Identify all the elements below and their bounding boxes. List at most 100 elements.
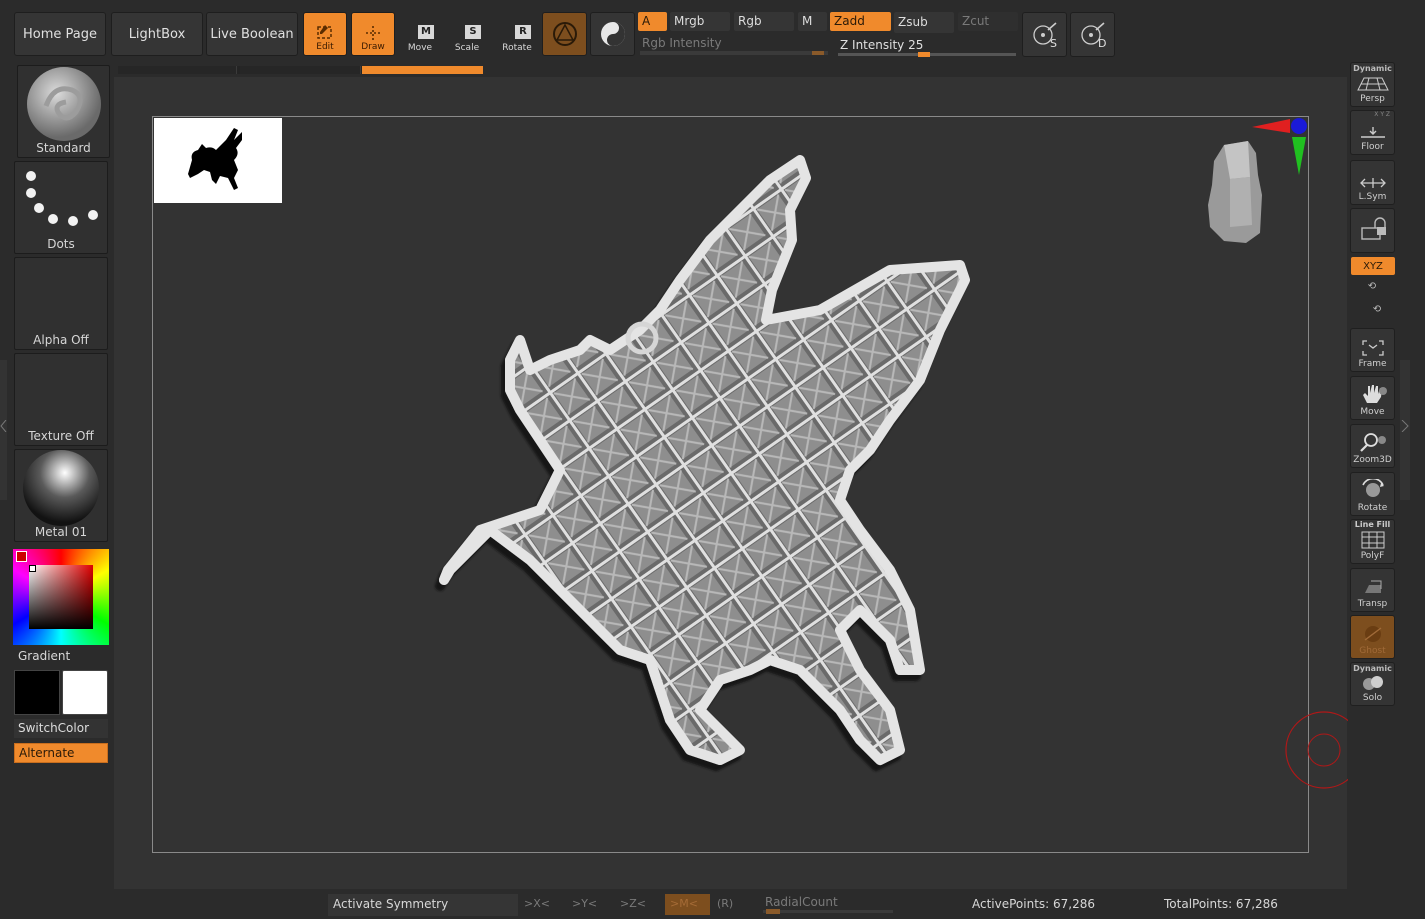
mrgb-button[interactable]: Mrgb [670, 12, 730, 31]
scale-label: Scale [454, 43, 480, 53]
material-name: Metal 01 [34, 525, 88, 539]
y-rotate-button[interactable]: ⟲ [1362, 281, 1382, 297]
radial-count-knob[interactable] [766, 909, 780, 914]
rotate-view-icon [1361, 479, 1384, 497]
z-intensity-knob[interactable] [918, 52, 930, 57]
frame-button[interactable]: Frame [1350, 328, 1395, 372]
rgb-intensity-knob[interactable] [812, 51, 824, 55]
z-intensity-slider[interactable] [838, 52, 1016, 57]
rotate-button[interactable]: R Rotate [497, 14, 537, 56]
polypaint-button[interactable] [590, 12, 635, 56]
solo-spheres-icon [1362, 676, 1383, 690]
left-tray-handle[interactable] [0, 360, 7, 500]
main-color-swatch[interactable] [14, 670, 60, 715]
standard-brush-icon [27, 67, 101, 141]
dynamic-label: Dynamic [1353, 64, 1392, 73]
floor-icon [1360, 127, 1385, 138]
polyf-label: PolyF [1360, 551, 1385, 561]
dynamic-solo-label: Dynamic [1353, 664, 1392, 673]
lsym-label: L.Sym [1358, 192, 1387, 202]
color-picker-square[interactable] [29, 565, 93, 629]
gradient-label[interactable]: Gradient [18, 649, 70, 663]
reference-image [154, 118, 282, 203]
dots-stroke-icon [26, 171, 98, 226]
polyframe-grid-icon [1361, 531, 1384, 549]
right-tray-handle[interactable] [1400, 360, 1410, 500]
sculptris-pro-button[interactable] [542, 12, 587, 56]
doc-tab-2[interactable] [240, 66, 361, 74]
xyz-rotate-button[interactable]: XYZ [1351, 257, 1395, 275]
rgb-intensity-slider[interactable] [640, 51, 828, 55]
hand-move-icon [1362, 385, 1387, 403]
draw-button[interactable]: Draw [351, 12, 395, 56]
ghost-button[interactable]: Ghost [1350, 615, 1395, 659]
x-symmetry-button[interactable]: >X< [524, 897, 550, 910]
floor-button[interactable]: X Y Z Floor [1350, 110, 1395, 155]
move-view-button[interactable]: Move [1350, 376, 1395, 420]
solo-label: Solo [1362, 693, 1383, 703]
rgb-intensity-label: Rgb Intensity [642, 36, 722, 50]
radial-count-slider[interactable] [763, 909, 893, 914]
polyframe-button[interactable]: Line Fill PolyF [1350, 519, 1395, 564]
live-boolean-button[interactable]: Live Boolean [206, 12, 298, 56]
rotate-label: Rotate [502, 43, 532, 53]
pegasus-model[interactable] [420, 150, 980, 810]
activate-symmetry-button[interactable]: Activate Symmetry [328, 894, 518, 916]
edit-button[interactable]: Edit [303, 12, 347, 56]
active-points-readout: ActivePoints: 67,286 [972, 897, 1096, 911]
doc-tab-1[interactable] [118, 66, 237, 74]
frame-icon [1361, 340, 1384, 356]
material-sphere-icon [600, 22, 625, 46]
zadd-button[interactable]: Zadd [830, 12, 891, 31]
radial-symmetry-button[interactable]: (R) [717, 897, 733, 910]
material-selector[interactable]: Metal 01 [14, 449, 108, 542]
color-picker-marker [16, 551, 27, 562]
move-button[interactable]: M Move [400, 14, 440, 56]
solo-button[interactable]: Dynamic Solo [1350, 662, 1395, 706]
zoom-magnifier-icon [1359, 433, 1386, 452]
lock-camera-button[interactable] [1350, 208, 1395, 253]
transp-label: Transp [1357, 599, 1388, 609]
scale-button[interactable]: S Scale [447, 14, 487, 56]
a-mode-toggle[interactable]: A [638, 12, 667, 31]
s-size-button[interactable]: S [1022, 12, 1067, 57]
m-symmetry-button[interactable]: >M< [665, 894, 710, 915]
navigation-gizmo[interactable] [1200, 115, 1312, 247]
rgb-button[interactable]: Rgb [734, 12, 794, 31]
doc-tab-active[interactable] [362, 66, 483, 74]
home-page-button[interactable]: Home Page [14, 12, 106, 56]
d-dynamic-label: D [1098, 37, 1107, 50]
left-tray-arrow-icon [0, 420, 7, 432]
persp-label: Persp [1360, 94, 1385, 104]
switch-color-button[interactable]: SwitchColor [14, 719, 108, 738]
metal-sphere-icon [23, 450, 99, 526]
d-dynamic-button[interactable]: D [1070, 12, 1115, 57]
lightbox-button[interactable]: LightBox [111, 12, 203, 56]
brush-selector[interactable]: Standard [17, 65, 110, 158]
draw-label: Draw [361, 42, 385, 52]
color-picker[interactable] [13, 549, 109, 645]
texture-selector[interactable]: Texture Off [14, 353, 108, 446]
xyz-label: XYZ [1363, 260, 1383, 272]
brush-name: Standard [36, 141, 91, 155]
transparency-button[interactable]: Transp [1350, 568, 1395, 612]
frame-label: Frame [1358, 359, 1387, 369]
local-symmetry-button[interactable]: L.Sym [1350, 160, 1395, 205]
alpha-selector[interactable]: Alpha Off [14, 257, 108, 350]
zcut-button[interactable]: Zcut [958, 12, 1018, 31]
zsub-button[interactable]: Zsub [894, 12, 954, 33]
m-button[interactable]: M [798, 12, 827, 31]
rotate-view-button[interactable]: Rotate [1350, 472, 1395, 516]
s-size-label: S [1050, 37, 1057, 50]
line-fill-label: Line Fill [1354, 520, 1391, 529]
secondary-color-swatch[interactable] [62, 670, 108, 715]
stroke-selector[interactable]: Dots [14, 161, 108, 254]
zoom3d-button[interactable]: Zoom3D [1350, 424, 1395, 468]
alternate-button[interactable]: Alternate [14, 743, 108, 763]
y-symmetry-button[interactable]: >Y< [572, 897, 597, 910]
sculptris-icon [552, 22, 577, 46]
persp-button[interactable]: Dynamic Persp [1350, 62, 1395, 107]
z-rotate-button[interactable]: ⟲ [1367, 304, 1387, 320]
lsym-arrows-icon [1359, 178, 1386, 188]
z-symmetry-button[interactable]: >Z< [620, 897, 646, 910]
